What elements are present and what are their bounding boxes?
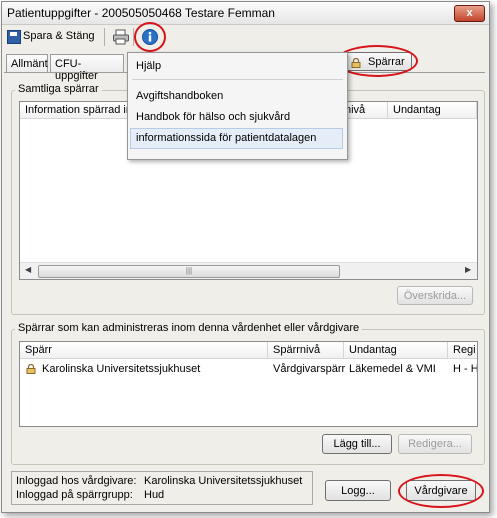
menu-item-patientdatalagen-highlight[interactable]: informationssida för patientdatalagen xyxy=(130,128,343,149)
vardgivare-value: Karolinska Universitetssjukhuset xyxy=(144,475,303,487)
add-button[interactable]: Lägg till... xyxy=(322,434,392,454)
column-header-undantag-2[interactable]: Undantag xyxy=(344,342,448,359)
override-button[interactable]: Överskrida... xyxy=(397,286,473,305)
info-menu: Hjälp Avgiftshandboken Handbok för hälso… xyxy=(127,52,348,160)
vardgivare-highlight-ring xyxy=(398,474,484,508)
all-blocks-hscrollbar[interactable]: ◀ ||| ▶ xyxy=(20,262,477,279)
save-close-label: Spara & Stäng xyxy=(23,30,95,42)
print-button[interactable] xyxy=(112,28,130,46)
column-header-sparrniva[interactable]: Spärrnivå xyxy=(268,342,344,359)
edit-button[interactable]: Redigera... xyxy=(398,434,472,454)
menu-item-avgiftshandboken[interactable]: Avgiftshandboken xyxy=(136,90,223,102)
floppy-disk-icon xyxy=(7,30,21,44)
toolbar-separator xyxy=(104,28,105,46)
column-header-information[interactable]: Information spärrad in xyxy=(20,102,142,119)
info-highlight-ring xyxy=(134,22,166,52)
info-menu-title: Hjälp xyxy=(136,60,162,72)
tab-allmant-label: Allmänt xyxy=(11,58,48,70)
title-bar: Patientuppgifter - 200505050468 Testare … xyxy=(2,2,489,25)
vardgivare-label: Inloggad hos vårdgivare: xyxy=(16,475,137,487)
row-sparr: Karolinska Universitetssjukhuset xyxy=(42,363,201,375)
column-header-regi[interactable]: Regi xyxy=(448,342,477,359)
login-status-box: Inloggad hos vårdgivare: Karolinska Univ… xyxy=(11,471,313,505)
log-button[interactable]: Logg... xyxy=(325,480,391,501)
window-title: Patientuppgifter - 200505050468 Testare … xyxy=(7,6,275,20)
column-header-sparr[interactable]: Spärr xyxy=(20,342,268,359)
column-header-undantag[interactable]: Undantag xyxy=(388,102,477,119)
admin-blocks-legend: Spärrar som kan administreras inom denna… xyxy=(15,322,363,334)
row-niva: Vårdgivarspärr xyxy=(273,363,345,375)
row-regi: H - H xyxy=(453,363,477,375)
scroll-thumb[interactable]: ||| xyxy=(38,265,340,278)
sparrgrupp-value: Hud xyxy=(144,489,165,501)
padlock-icon xyxy=(26,363,36,374)
tab-cfu-uppgifter[interactable]: CFU-uppgifter xyxy=(50,54,124,82)
admin-blocks-list[interactable]: Spärr Spärrnivå Undantag Regi Karolinska… xyxy=(19,341,478,427)
menu-item-handbok[interactable]: Handbok för hälso och sjukvård xyxy=(136,111,290,123)
patient-window: Patientuppgifter - 200505050468 Testare … xyxy=(1,1,490,513)
printer-icon xyxy=(113,29,129,45)
all-blocks-legend: Samtliga spärrar xyxy=(15,83,102,95)
close-button[interactable]: x xyxy=(454,5,485,22)
sparrar-highlight-ring xyxy=(336,45,418,77)
table-row[interactable]: Karolinska Universitetssjukhuset Vårdgiv… xyxy=(20,361,477,378)
tab-allmant[interactable]: Allmänt xyxy=(6,54,48,72)
scroll-left-arrow-icon[interactable]: ◀ xyxy=(25,265,31,274)
row-undantag: Läkemedel & VMI xyxy=(349,363,436,375)
menu-item-patientdatalagen: informationssida för patientdatalagen xyxy=(136,132,317,144)
sparrgrupp-label: Inloggad på spärrgrupp: xyxy=(16,489,133,501)
tab-cfu-label: CFU-uppgifter xyxy=(55,58,98,82)
menu-separator xyxy=(132,79,343,80)
scroll-right-arrow-icon[interactable]: ▶ xyxy=(465,265,471,274)
